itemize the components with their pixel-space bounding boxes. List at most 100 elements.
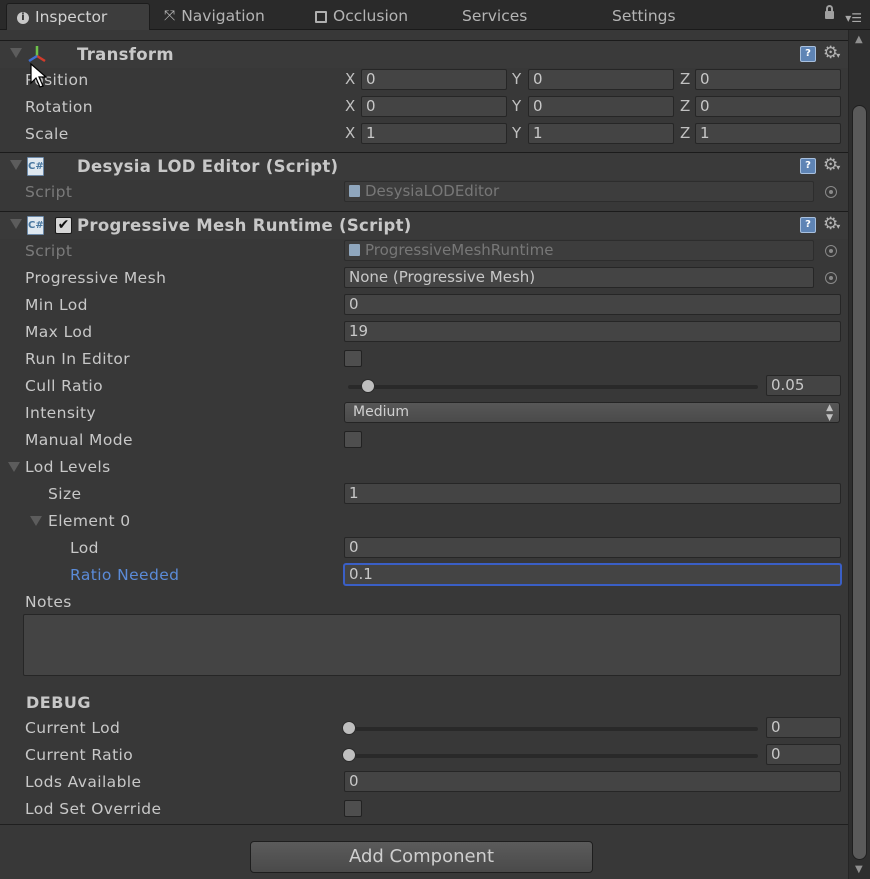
script-field: DesysiaLODEditor: [344, 181, 814, 202]
scroll-up-icon[interactable]: ▲: [855, 34, 863, 45]
foldout-arrow-icon[interactable]: [30, 516, 42, 526]
tab-label: Settings: [612, 7, 676, 25]
progressive-mesh-field[interactable]: None (Progressive Mesh): [344, 267, 814, 288]
intensity-value: Medium: [353, 404, 409, 420]
manual-mode-label: Manual Mode: [25, 431, 133, 449]
vertical-scrollbar[interactable]: ▲ ▼: [848, 30, 870, 879]
foldout-arrow-icon[interactable]: [10, 219, 22, 229]
axis-x-label: X: [345, 124, 356, 142]
cull-ratio-field[interactable]: 0.05: [766, 375, 841, 396]
position-y-field[interactable]: 0: [528, 69, 674, 90]
object-picker-icon[interactable]: [825, 272, 837, 284]
scale-x-field[interactable]: 1: [361, 123, 507, 144]
script-label: Script: [25, 183, 73, 201]
lod-field[interactable]: 0: [344, 537, 841, 558]
foldout-arrow-icon[interactable]: [8, 462, 20, 472]
current-lod-field[interactable]: 0: [766, 717, 841, 738]
current-lod-slider-thumb[interactable]: [342, 721, 356, 735]
position-x-field[interactable]: 0: [361, 69, 507, 90]
lod-set-override-label: Lod Set Override: [25, 800, 162, 818]
transform-header[interactable]: Transform ? ⚙: [0, 40, 848, 68]
position-z-field[interactable]: 0: [695, 69, 841, 90]
help-icon[interactable]: ?: [800, 217, 816, 233]
component-title: Desysia LOD Editor (Script): [77, 157, 339, 176]
enabled-checkbox[interactable]: ✔: [55, 217, 72, 234]
debug-heading: DEBUG: [26, 693, 92, 712]
axis-x-label: X: [345, 97, 356, 115]
current-ratio-field[interactable]: 0: [766, 744, 841, 765]
gear-icon[interactable]: ⚙: [823, 155, 842, 175]
occlusion-icon: [315, 10, 327, 23]
axis-x-label: X: [345, 70, 356, 88]
gear-icon[interactable]: ⚙: [823, 43, 842, 63]
scale-z-field[interactable]: 1: [695, 123, 841, 144]
rotation-x-field[interactable]: 0: [361, 96, 507, 117]
lod-editor-header[interactable]: C# Desysia LOD Editor (Script) ? ⚙: [0, 152, 848, 180]
lod-label: Lod: [70, 539, 99, 557]
lod-levels-label[interactable]: Lod Levels: [25, 458, 111, 476]
gear-icon[interactable]: ⚙: [823, 214, 842, 234]
csharp-script-icon: C#: [27, 216, 44, 235]
help-icon[interactable]: ?: [800, 158, 816, 174]
tab-inspector[interactable]: i Inspector: [6, 3, 150, 30]
lods-available-field[interactable]: 0: [344, 771, 841, 792]
rotation-y-field[interactable]: 0: [528, 96, 674, 117]
foldout-arrow-icon[interactable]: [10, 48, 22, 58]
object-picker-icon[interactable]: [825, 186, 837, 198]
intensity-dropdown[interactable]: Medium ▲ ▼: [344, 402, 840, 423]
help-icon[interactable]: ?: [800, 46, 816, 62]
current-ratio-slider-thumb[interactable]: [342, 748, 356, 762]
min-lod-field[interactable]: 0: [344, 294, 841, 315]
scroll-thumb[interactable]: [852, 105, 867, 860]
current-lod-label: Current Lod: [25, 719, 121, 737]
add-component-button[interactable]: Add Component: [250, 841, 593, 873]
element-0-label[interactable]: Element 0: [48, 512, 131, 530]
rotation-z-field[interactable]: 0: [695, 96, 841, 117]
min-lod-label: Min Lod: [25, 296, 88, 314]
current-ratio-slider-track[interactable]: [348, 754, 758, 758]
divider: [0, 824, 848, 825]
tab-occlusion[interactable]: Occlusion: [315, 3, 408, 30]
ratio-needed-field[interactable]: 0.1: [344, 564, 841, 585]
script-value: ProgressiveMeshRuntime: [365, 241, 554, 259]
lock-icon[interactable]: [825, 5, 834, 19]
rotation-label: Rotation: [25, 98, 94, 116]
tab-navigation[interactable]: ⤧ Navigation: [164, 3, 265, 30]
tab-bar: i Inspector ⤧ Navigation Occlusion Service…: [0, 0, 870, 30]
size-field[interactable]: 1: [344, 483, 841, 504]
cull-ratio-slider-thumb[interactable]: [361, 379, 375, 393]
cull-ratio-slider-track[interactable]: [348, 385, 758, 389]
axis-z-label: Z: [680, 97, 691, 115]
tab-services[interactable]: Services: [462, 3, 527, 30]
lod-set-override-checkbox[interactable]: [344, 800, 362, 817]
progressive-mesh-label: Progressive Mesh: [25, 269, 167, 287]
foldout-arrow-icon[interactable]: [10, 160, 22, 170]
transform-axes-icon: [28, 46, 46, 63]
lods-available-label: Lods Available: [25, 773, 142, 791]
object-picker-icon[interactable]: [825, 245, 837, 257]
scale-y-field[interactable]: 1: [528, 123, 674, 144]
script-label: Script: [25, 242, 73, 260]
script-file-icon: [349, 243, 360, 256]
tab-label: Inspector: [35, 8, 108, 26]
notes-textarea[interactable]: [23, 614, 841, 676]
menu-icon[interactable]: ▾☰: [845, 12, 862, 24]
intensity-label: Intensity: [25, 404, 97, 422]
scroll-down-icon[interactable]: ▼: [855, 864, 863, 875]
max-lod-field[interactable]: 19: [344, 321, 841, 342]
axis-y-label: Y: [512, 70, 522, 88]
tab-settings[interactable]: Settings: [612, 3, 676, 30]
pmr-header[interactable]: C# ✔ Progressive Mesh Runtime (Script) ?…: [0, 211, 848, 239]
manual-mode-checkbox[interactable]: [344, 431, 362, 448]
cull-ratio-label: Cull Ratio: [25, 377, 103, 395]
run-in-editor-checkbox[interactable]: [344, 350, 362, 367]
navigation-icon: ⤧: [164, 8, 176, 24]
current-lod-slider-track[interactable]: [348, 727, 758, 731]
size-label: Size: [48, 485, 82, 503]
current-ratio-label: Current Ratio: [25, 746, 134, 764]
notes-label: Notes: [25, 593, 72, 611]
axis-z-label: Z: [680, 124, 691, 142]
script-value: DesysiaLODEditor: [365, 182, 500, 200]
axis-y-label: Y: [512, 97, 522, 115]
script-field: ProgressiveMeshRuntime: [344, 240, 814, 261]
